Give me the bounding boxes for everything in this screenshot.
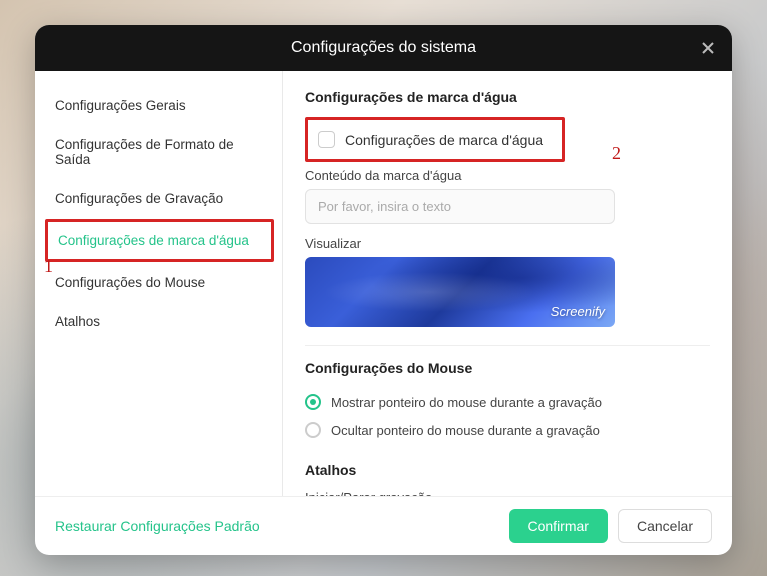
sidebar-item-watermark[interactable]: Configurações de marca d'água (45, 219, 274, 262)
divider (305, 345, 710, 346)
sidebar-item-label: Configurações Gerais (55, 98, 186, 113)
settings-modal: Configurações do sistema Configurações G… (35, 25, 732, 555)
mouse-option-show[interactable]: Mostrar ponteiro do mouse durante a grav… (305, 388, 710, 416)
mouse-option-label: Mostrar ponteiro do mouse durante a grav… (331, 395, 602, 410)
close-button[interactable] (696, 36, 720, 60)
mouse-option-hide[interactable]: Ocultar ponteiro do mouse durante a grav… (305, 416, 710, 444)
radio-hide-pointer[interactable] (305, 422, 321, 438)
sidebar-item-shortcuts[interactable]: Atalhos (45, 303, 274, 340)
modal-title: Configurações do sistema (291, 39, 476, 57)
sidebar-item-output-format[interactable]: Configurações de Formato de Saída (45, 126, 274, 178)
watermark-content-label: Conteúdo da marca d'água (305, 168, 710, 183)
sidebar-item-general[interactable]: Configurações Gerais (45, 87, 274, 124)
close-icon (700, 40, 716, 56)
modal-header: Configurações do sistema (35, 25, 732, 71)
settings-sidebar: Configurações Gerais Configurações de Fo… (35, 71, 283, 496)
shortcuts-section-title: Atalhos (305, 462, 710, 478)
sidebar-item-mouse[interactable]: Configurações do Mouse (45, 264, 274, 301)
restore-defaults-link[interactable]: Restaurar Configurações Padrão (55, 518, 260, 534)
sidebar-item-label: Configurações de Gravação (55, 191, 223, 206)
modal-footer: Restaurar Configurações Padrão Confirmar… (35, 496, 732, 555)
mouse-section-title: Configurações do Mouse (305, 360, 710, 376)
sidebar-item-recording[interactable]: Configurações de Gravação (45, 180, 274, 217)
cancel-button[interactable]: Cancelar (618, 509, 712, 543)
sidebar-item-label: Configurações do Mouse (55, 275, 205, 290)
watermark-preview: Screenify (305, 257, 615, 327)
sidebar-item-label: Atalhos (55, 314, 100, 329)
watermark-preview-label: Visualizar (305, 236, 710, 251)
sidebar-item-label: Configurações de marca d'água (58, 233, 249, 248)
radio-show-pointer[interactable] (305, 394, 321, 410)
settings-content: Configurações de marca d'água Configuraç… (283, 71, 732, 496)
watermark-preview-text: Screenify (551, 304, 605, 319)
watermark-enable-row[interactable]: Configurações de marca d'água (305, 117, 565, 162)
confirm-button[interactable]: Confirmar (509, 509, 608, 543)
watermark-section-title: Configurações de marca d'água (305, 89, 710, 105)
watermark-content-input[interactable] (305, 189, 615, 224)
sidebar-item-label: Configurações de Formato de Saída (55, 137, 234, 167)
watermark-enable-checkbox[interactable] (318, 131, 335, 148)
watermark-enable-label: Configurações de marca d'água (345, 132, 543, 148)
mouse-option-label: Ocultar ponteiro do mouse durante a grav… (331, 423, 600, 438)
